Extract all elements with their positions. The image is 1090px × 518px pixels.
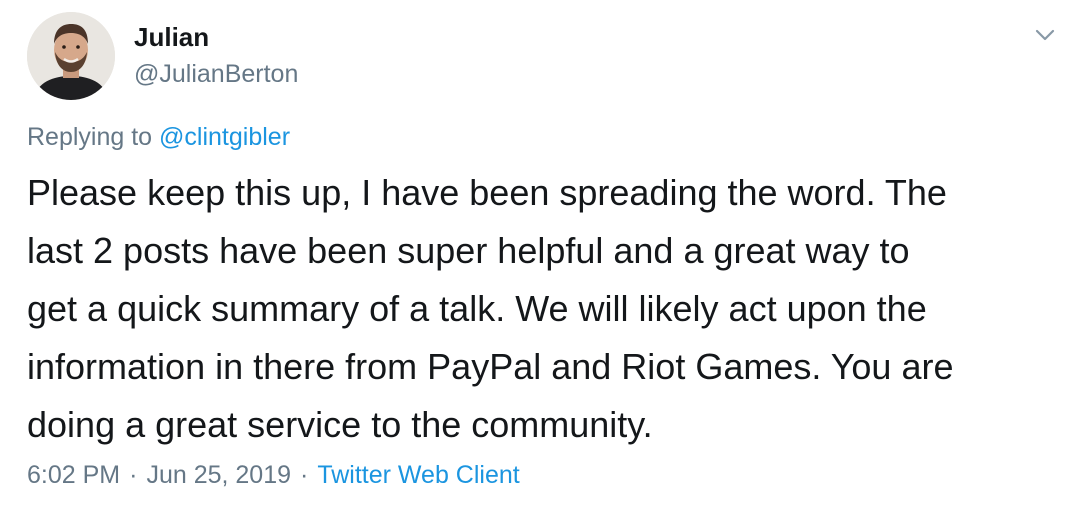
reply-mention-link[interactable]: @clintgibler xyxy=(159,123,290,151)
tweet-text-line: last 2 posts have been super helpful and… xyxy=(27,230,910,271)
chevron-down-icon[interactable] xyxy=(1030,20,1060,50)
avatar-image xyxy=(27,12,115,100)
tweet-date[interactable]: Jun 25, 2019 xyxy=(146,461,291,489)
replying-to-label: Replying to xyxy=(27,123,153,151)
user-handle[interactable]: @JulianBerton xyxy=(134,59,298,89)
meta-separator: · xyxy=(300,461,309,489)
meta-separator: · xyxy=(129,461,138,489)
tweet-meta: 6:02 PM · Jun 25, 2019 · Twitter Web Client xyxy=(27,458,520,492)
tweet-time[interactable]: 6:02 PM xyxy=(27,461,120,489)
tweet-text-line: doing a great service to the community. xyxy=(27,404,653,445)
tweet-text-line: Please keep this up, I have been spreadi… xyxy=(27,172,947,213)
avatar[interactable] xyxy=(27,12,115,100)
tweet-text-line: get a quick summary of a talk. We will l… xyxy=(27,288,927,329)
replying-to: Replying to @clintgibler xyxy=(27,120,290,154)
display-name[interactable]: Julian xyxy=(134,22,209,52)
client-link[interactable]: Twitter Web Client xyxy=(317,461,519,489)
tweet-text: Please keep this up, I have been spreadi… xyxy=(27,164,1067,454)
tweet-text-line: information in there from PayPal and Rio… xyxy=(27,346,954,387)
tweet-card: Julian @JulianBerton Replying to @clintg… xyxy=(0,0,1090,518)
